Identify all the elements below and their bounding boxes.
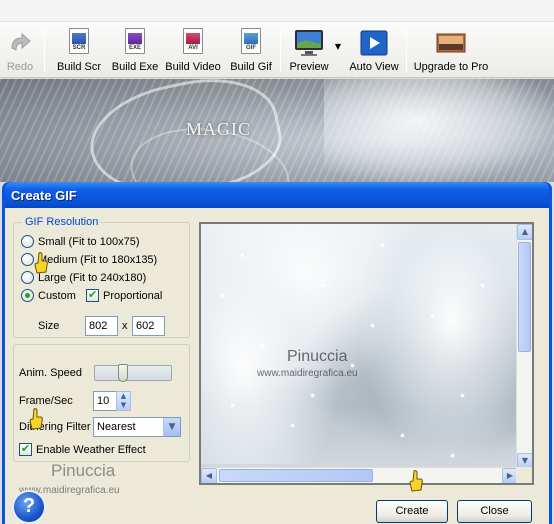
- canvas-title-text: MAGIC: [186, 119, 252, 139]
- scroll-up-icon[interactable]: ▲: [517, 224, 532, 240]
- height-input[interactable]: 602: [132, 316, 165, 336]
- help-icon[interactable]: ?: [12, 490, 46, 524]
- build-gif-button[interactable]: GIF Build Gif: [228, 22, 274, 78]
- radio-small-circle[interactable]: [21, 235, 34, 248]
- redo-icon: [6, 28, 34, 58]
- radio-custom-label: Custom: [38, 289, 76, 302]
- chevron-down-icon: ▼: [334, 42, 342, 51]
- snowflake: [381, 244, 384, 247]
- build-video-button[interactable]: AVI Build Video: [164, 22, 222, 78]
- stepper-up-icon[interactable]: ▲: [117, 392, 130, 401]
- frame-sec-input[interactable]: 10: [93, 391, 117, 411]
- pointer-hand-icon: [34, 252, 48, 274]
- preview-label: Preview: [289, 61, 329, 73]
- horizontal-scroll-thumb[interactable]: [219, 469, 373, 482]
- chevron-down-icon[interactable]: ▼: [163, 418, 180, 436]
- toolbar-separator: [44, 28, 45, 72]
- snowflake: [231, 404, 234, 407]
- snowflake: [431, 314, 434, 317]
- proportional-label: Proportional: [103, 289, 163, 302]
- dialog-client: GIF Resolution Small (Fit to 100x75) Med…: [5, 208, 549, 524]
- editor-canvas: MAGIC: [0, 79, 554, 182]
- close-button[interactable]: Close: [457, 500, 532, 523]
- pointer-hand-icon: [409, 470, 423, 492]
- dithering-filter-value: Nearest: [97, 421, 136, 433]
- radio-custom[interactable]: Custom: [21, 289, 76, 302]
- gif-preview-pane: Pinuccia www.maidiregrafica.eu ▲ ▼ ◀ ▶: [199, 222, 534, 485]
- snowflake: [311, 394, 314, 397]
- size-times-label: x: [122, 320, 128, 332]
- snowflake: [371, 324, 374, 327]
- frame-sec-label: Frame/Sec: [19, 395, 73, 407]
- upgrade-label: Upgrade to Pro: [413, 61, 489, 73]
- play-icon: [360, 28, 388, 58]
- toolbar-separator: [280, 28, 281, 72]
- snowflake: [461, 394, 464, 397]
- pointer-hand-icon: [29, 408, 43, 430]
- radio-custom-circle[interactable]: [21, 289, 34, 302]
- anim-speed-slider-thumb[interactable]: [118, 364, 128, 382]
- anim-speed-label: Anim. Speed: [19, 367, 82, 379]
- snowflake: [481, 284, 484, 287]
- snowflake: [321, 284, 324, 287]
- create-button[interactable]: Create: [376, 500, 448, 523]
- exe-file-icon: EXE: [121, 28, 149, 58]
- anim-speed-slider[interactable]: [94, 364, 172, 382]
- upgrade-icon: [436, 28, 466, 58]
- monitor-icon: [293, 28, 325, 58]
- snowflake: [401, 434, 404, 437]
- gif-resolution-legend: GIF Resolution: [22, 216, 102, 228]
- main-toolbar: Redo SCR Build Scr EXE Build Exe AVI Bui…: [0, 22, 554, 78]
- build-video-label: Build Video: [165, 61, 221, 73]
- preview-dropdown-button[interactable]: ▼: [333, 22, 343, 78]
- stepper-down-icon[interactable]: ▼: [117, 401, 130, 410]
- preview-vertical-scrollbar[interactable]: ▲ ▼: [516, 224, 532, 469]
- size-label: Size: [38, 320, 60, 332]
- weather-effect-check-box[interactable]: [19, 442, 32, 456]
- snowflake: [241, 254, 244, 257]
- build-exe-button[interactable]: EXE Build Exe: [110, 22, 160, 78]
- auto-view-button[interactable]: Auto View: [346, 22, 402, 78]
- redo-label: Redo: [6, 61, 34, 73]
- radio-small[interactable]: Small (Fit to 100x75): [21, 235, 139, 248]
- settings-group: Anim. Speed Frame/Sec 10 ▲ ▼ Dithering F…: [13, 344, 190, 462]
- weather-effect-checkbox[interactable]: Enable Weather Effect: [19, 442, 146, 456]
- create-gif-dialog: Create GIF GIF Resolution Small (Fit to …: [2, 182, 552, 524]
- radio-medium-label: Medium (Fit to 180x135): [38, 253, 158, 266]
- radio-small-label: Small (Fit to 100x75): [38, 235, 140, 248]
- proportional-check-box[interactable]: [86, 288, 99, 302]
- weather-effect-label: Enable Weather Effect: [36, 443, 146, 456]
- gif-file-icon: GIF: [237, 28, 265, 58]
- build-exe-label: Build Exe: [111, 61, 159, 73]
- toolbar-separator: [406, 28, 407, 72]
- menu-strip: [0, 0, 554, 22]
- width-input[interactable]: 802: [85, 316, 118, 336]
- snowflake: [291, 424, 294, 427]
- build-scr-button[interactable]: SCR Build Scr: [56, 22, 102, 78]
- vertical-scroll-thumb[interactable]: [518, 242, 531, 352]
- scroll-left-icon[interactable]: ◀: [201, 468, 217, 483]
- build-gif-label: Build Gif: [230, 61, 272, 73]
- dialog-title[interactable]: Create GIF: [5, 182, 549, 208]
- gif-resolution-group: GIF Resolution Small (Fit to 100x75) Med…: [13, 216, 190, 338]
- snowflake: [351, 364, 354, 367]
- scr-file-icon: SCR: [65, 28, 93, 58]
- auto-view-label: Auto View: [349, 61, 399, 73]
- upgrade-button[interactable]: Upgrade to Pro: [412, 22, 490, 78]
- footer-watermark-name: Pinuccia: [51, 461, 116, 480]
- preview-watermark-name: Pinuccia: [287, 348, 348, 365]
- preview-horizontal-scrollbar[interactable]: ◀ ▶: [201, 467, 518, 483]
- frame-sec-stepper[interactable]: ▲ ▼: [116, 391, 131, 411]
- snowflake: [221, 294, 224, 297]
- dithering-filter-select[interactable]: Nearest ▼: [93, 417, 181, 437]
- proportional-checkbox[interactable]: Proportional: [86, 288, 163, 302]
- snowflake: [261, 344, 264, 347]
- avi-file-icon: AVI: [179, 28, 207, 58]
- build-scr-label: Build Scr: [56, 61, 102, 73]
- preview-button[interactable]: Preview: [286, 22, 332, 78]
- preview-watermark-url: www.maidiregrafica.eu: [257, 368, 358, 379]
- redo-button[interactable]: Redo: [2, 22, 38, 78]
- radio-large-label: Large (Fit to 240x180): [38, 271, 147, 284]
- snowflake: [451, 454, 454, 457]
